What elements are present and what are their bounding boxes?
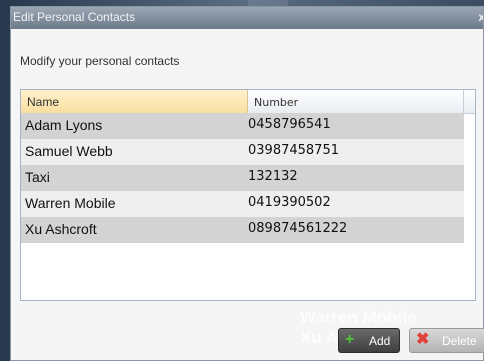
contact-number: 0458796541 — [248, 117, 331, 132]
table-row[interactable]: Samuel Webb 03987458751 — [21, 139, 464, 165]
table-row[interactable]: Taxi 132132 — [21, 165, 464, 191]
table-row[interactable]: Adam Lyons 0458796541 — [21, 113, 464, 139]
table-row[interactable]: Warren Mobile 0419390502 — [21, 191, 464, 217]
column-header-name-label: Name — [27, 95, 60, 109]
contact-name: Samuel Webb — [25, 143, 113, 159]
contact-name: Adam Lyons — [25, 117, 103, 133]
contact-name: Warren Mobile — [25, 195, 116, 211]
contact-name: Taxi — [25, 169, 50, 185]
dialog-subtitle: Modify your personal contacts — [20, 54, 180, 68]
column-header-number-label: Number — [254, 96, 299, 109]
grid-header: Name Number — [21, 90, 475, 114]
contact-number: 132132 — [248, 169, 298, 184]
table-row[interactable]: Xu Ashcroft 089874561222 — [21, 217, 464, 243]
contact-number: 0419390502 — [248, 195, 331, 210]
x-delete-icon: ✖ — [416, 331, 430, 348]
grid-rows: Adam Lyons 0458796541 Samuel Webb 039874… — [21, 113, 464, 243]
contact-name: Xu Ashcroft — [25, 221, 97, 237]
add-button[interactable]: + Add — [338, 328, 400, 353]
contacts-grid: Name Number Adam Lyons 0458796541 Samuel… — [20, 89, 476, 301]
column-header-number[interactable]: Number — [248, 90, 464, 113]
dialog-title: Edit Personal Contacts — [13, 10, 136, 24]
add-button-label: Add — [369, 334, 391, 348]
delete-button-label: Delete — [442, 334, 477, 348]
contact-number: 03987458751 — [248, 143, 339, 158]
ghost-line-1: Warren Mobile — [300, 308, 417, 327]
contact-number: 089874561222 — [248, 221, 348, 236]
dialog-titlebar[interactable]: Edit Personal Contacts x — [11, 7, 483, 29]
background-left-panel — [0, 0, 10, 361]
plus-icon: + — [345, 331, 355, 348]
delete-button[interactable]: ✖ Delete — [409, 328, 484, 353]
column-header-name[interactable]: Name — [21, 90, 248, 113]
close-icon[interactable]: x — [478, 10, 483, 24]
